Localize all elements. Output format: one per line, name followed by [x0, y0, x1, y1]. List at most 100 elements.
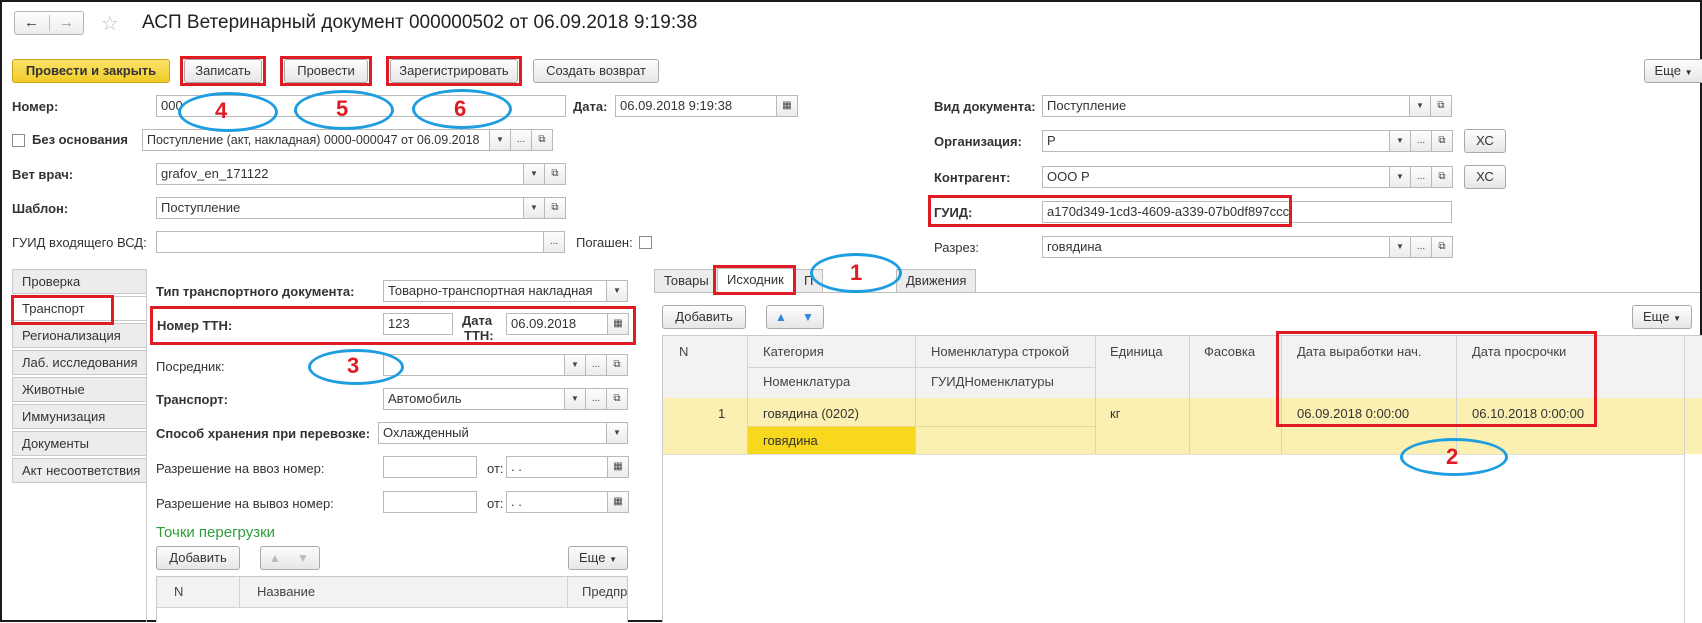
vet-label: Вет врач: — [12, 167, 74, 182]
vet-open-icon[interactable]: ⧉ — [544, 163, 566, 185]
basis-open-icon[interactable]: ⧉ — [531, 129, 553, 151]
transport-label: Транспорт: — [156, 392, 228, 407]
template-dropdown-icon[interactable]: ▼ — [523, 197, 545, 219]
arrow-up-icon[interactable]: ▲ — [775, 306, 787, 328]
transport-doc-type-label: Тип транспортного документа: — [156, 284, 355, 299]
basis-dropdown-icon[interactable]: ▼ — [489, 129, 511, 151]
import-calendar-icon[interactable]: ▦ — [607, 456, 629, 478]
import-date-field[interactable]: . . — [506, 456, 608, 478]
goods-col-n: N — [679, 344, 689, 359]
basis-select-button[interactable]: ... — [510, 129, 532, 151]
highlight-post-button — [280, 56, 372, 86]
cut-dropdown-icon[interactable]: ▼ — [1389, 236, 1411, 258]
transport-doc-type-dropdown-icon[interactable]: ▼ — [606, 280, 628, 302]
arrow-down-icon[interactable]: ▼ — [297, 547, 309, 569]
post-and-close-button[interactable]: Провести и закрыть — [12, 59, 170, 83]
incoming-guid-field[interactable] — [156, 231, 544, 253]
table-row-n[interactable]: 1 — [718, 406, 725, 421]
organization-xc-button[interactable]: ХС — [1464, 129, 1506, 153]
intermediary-field[interactable] — [383, 354, 565, 376]
contractor-xc-button[interactable]: ХС — [1464, 165, 1506, 189]
tab-immunization[interactable]: Иммунизация — [12, 404, 146, 429]
vet-field[interactable]: grafov_en_171122 — [156, 163, 524, 185]
export-date-field[interactable]: . . — [506, 491, 608, 513]
tab-goods[interactable]: Товары — [654, 269, 719, 293]
import-from-label: от: — [487, 461, 504, 476]
number-label: Номер: — [12, 99, 59, 114]
transport-doc-type-field[interactable]: Товарно-транспортная накладная — [383, 280, 607, 302]
transport-field[interactable]: Автомобиль — [383, 388, 565, 410]
favorite-star-icon[interactable]: ☆ — [101, 11, 119, 36]
arrow-up-icon[interactable]: ▲ — [269, 547, 281, 569]
dropdown-arrow-icon: ▼ — [1684, 68, 1693, 77]
transshipment-add-button[interactable]: Добавить — [156, 546, 240, 570]
no-basis-checkbox[interactable] — [12, 134, 25, 147]
goods-add-button[interactable]: Добавить — [662, 305, 746, 329]
arrow-down-icon[interactable]: ▼ — [802, 306, 814, 328]
contractor-open-icon[interactable]: ⧉ — [1431, 166, 1453, 188]
organization-dropdown-icon[interactable]: ▼ — [1389, 130, 1411, 152]
import-permit-field[interactable] — [383, 456, 477, 478]
no-basis-label: Без основания — [32, 132, 128, 147]
forward-arrow-icon[interactable]: → — [59, 14, 74, 31]
more-button[interactable]: Еще ▼ — [1644, 59, 1702, 83]
transport-select-button[interactable]: ... — [585, 388, 607, 410]
tab-movements[interactable]: Движения — [896, 269, 977, 293]
dropdown-arrow-icon: ▼ — [609, 555, 617, 564]
highlight-ttn-row — [150, 306, 636, 345]
transport-open-icon[interactable]: ⧉ — [606, 388, 628, 410]
transshipment-title: Точки перегрузки — [156, 524, 276, 541]
transshipment-col-enterprise: Предпр — [582, 584, 628, 599]
cut-open-icon[interactable]: ⧉ — [1431, 236, 1453, 258]
storage-field[interactable]: Охлажденный — [378, 422, 607, 444]
basis-field[interactable]: Поступление (акт, накладная) 0000-000047… — [142, 129, 490, 151]
tab-check[interactable]: Проверка — [12, 269, 146, 294]
annotation-ellipse-4 — [178, 92, 278, 132]
table-row-category[interactable]: говядина (0202) — [763, 406, 859, 421]
table-row-unit[interactable]: кг — [1110, 406, 1120, 421]
back-arrow-icon[interactable]: ← — [24, 14, 39, 31]
cut-select-button[interactable]: ... — [1410, 236, 1432, 258]
create-return-button[interactable]: Создать возврат — [533, 59, 659, 83]
transshipment-col-name: Название — [257, 584, 316, 599]
transport-panel-border — [146, 269, 147, 622]
transshipment-col-n: N — [174, 584, 184, 599]
export-calendar-icon[interactable]: ▦ — [607, 491, 629, 513]
tab-regionalization[interactable]: Регионализация — [12, 323, 146, 348]
contractor-dropdown-icon[interactable]: ▼ — [1389, 166, 1411, 188]
paid-checkbox[interactable] — [639, 236, 652, 249]
date-field[interactable]: 06.09.2018 9:19:38 — [615, 95, 777, 117]
doc-type-dropdown-icon[interactable]: ▼ — [1409, 95, 1431, 117]
intermediary-select-button[interactable]: ... — [585, 354, 607, 376]
transshipment-more-button[interactable]: Еще ▼ — [568, 546, 628, 570]
organization-field[interactable]: Р — [1042, 130, 1390, 152]
intermediary-dropdown-icon[interactable]: ▼ — [564, 354, 586, 376]
organization-select-button[interactable]: ... — [1410, 130, 1432, 152]
doc-type-open-icon[interactable]: ⧉ — [1430, 95, 1452, 117]
contractor-field[interactable]: ООО Р — [1042, 166, 1390, 188]
tab-animals[interactable]: Животные — [12, 377, 146, 402]
tab-documents[interactable]: Документы — [12, 431, 146, 456]
incoming-guid-select-button[interactable]: ... — [543, 231, 565, 253]
template-label: Шаблон: — [12, 201, 69, 216]
calendar-icon[interactable]: ▦ — [776, 95, 798, 117]
intermediary-open-icon[interactable]: ⧉ — [606, 354, 628, 376]
organization-open-icon[interactable]: ⧉ — [1431, 130, 1453, 152]
tab-lab-research[interactable]: Лаб. исследования — [12, 350, 146, 375]
transshipment-table: N Название Предпр — [156, 576, 628, 622]
doc-type-field[interactable]: Поступление — [1042, 95, 1410, 117]
tab-nonconformity-act[interactable]: Акт несоответствия — [12, 458, 146, 483]
organization-label: Организация: — [934, 134, 1022, 149]
table-row-nomenclature[interactable]: говядина — [763, 433, 818, 448]
template-field[interactable]: Поступление — [156, 197, 524, 219]
transport-dropdown-icon[interactable]: ▼ — [564, 388, 586, 410]
goods-more-button[interactable]: Еще ▼ — [1632, 305, 1692, 329]
cut-field[interactable]: говядина — [1042, 236, 1390, 258]
highlight-save-button — [180, 56, 266, 86]
export-permit-field[interactable] — [383, 491, 477, 513]
contractor-select-button[interactable]: ... — [1410, 166, 1432, 188]
vet-dropdown-icon[interactable]: ▼ — [523, 163, 545, 185]
template-open-icon[interactable]: ⧉ — [544, 197, 566, 219]
paid-label: Погашен: — [576, 235, 633, 250]
storage-dropdown-icon[interactable]: ▼ — [606, 422, 628, 444]
